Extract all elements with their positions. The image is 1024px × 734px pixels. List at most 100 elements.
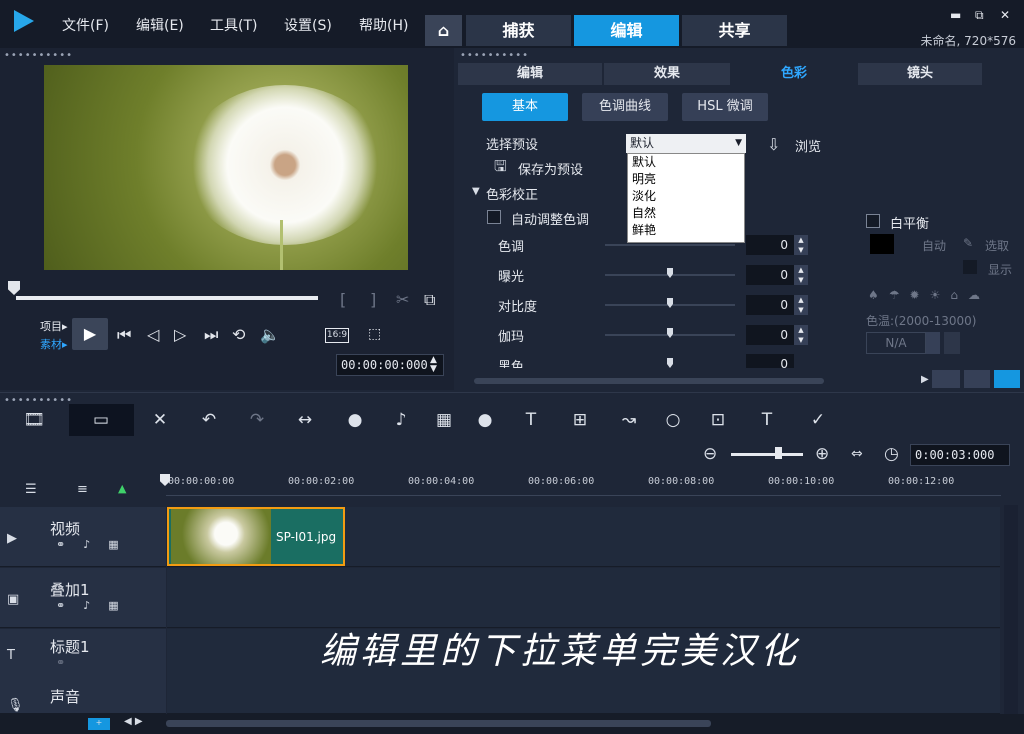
contrast-value[interactable]: 0: [746, 295, 794, 315]
timeline-vscroll[interactable]: [1004, 505, 1018, 715]
project-mode[interactable]: 项目▸: [40, 318, 68, 334]
gamma-value[interactable]: 0: [746, 325, 794, 345]
prev-frame-icon[interactable]: ◁: [147, 325, 159, 344]
timeline-hscroll[interactable]: [166, 720, 711, 727]
link-icon[interactable]: ⚭: [56, 656, 65, 669]
browse-icon[interactable]: ⇩: [767, 135, 780, 154]
play-button[interactable]: ▶: [72, 318, 108, 350]
preset-option[interactable]: 自然: [628, 205, 744, 222]
track-manager-icon[interactable]: ☰: [25, 482, 37, 497]
tracking-icon[interactable]: ⊡: [703, 410, 733, 430]
option-tab-lens[interactable]: 镜头: [858, 63, 982, 85]
save-icon[interactable]: 🖫: [494, 156, 507, 181]
color-temp-input[interactable]: N/A: [866, 332, 926, 354]
zoom-out-icon[interactable]: ⊖: [703, 444, 717, 464]
next-frame-icon[interactable]: ▷: [174, 325, 186, 344]
repeat-icon[interactable]: ⟲: [232, 325, 245, 344]
zoom-slider-knob[interactable]: [775, 447, 782, 459]
eyedropper-icon[interactable]: ✎: [963, 236, 973, 250]
track-header-video[interactable]: [0, 507, 166, 567]
home-tab[interactable]: ⌂: [425, 15, 462, 46]
go-start-icon[interactable]: ⏮: [117, 325, 131, 345]
3d-title-icon[interactable]: T: [752, 410, 782, 430]
close-button[interactable]: ✕: [1000, 8, 1010, 22]
exposure-spinner[interactable]: ▲ ▼: [794, 265, 808, 285]
track-controls[interactable]: ⚭♪▦: [56, 538, 137, 551]
track-row-overlay[interactable]: [167, 568, 1000, 628]
browse-button[interactable]: 浏览: [795, 136, 821, 155]
menu-tools[interactable]: 工具(T): [210, 15, 257, 35]
hue-value[interactable]: 0: [746, 235, 794, 255]
show-checkbox[interactable]: [963, 260, 977, 274]
gamma-spinner[interactable]: ▲ ▼: [794, 325, 808, 345]
subtab-basic[interactable]: 基本: [482, 93, 568, 121]
audio-wave-icon[interactable]: ♪: [386, 410, 416, 430]
preview-timecode[interactable]: 00:00:00:000: [336, 354, 444, 376]
preset-option[interactable]: 淡化: [628, 188, 744, 205]
auto-wb-label[interactable]: 自动: [922, 237, 946, 254]
subtab-hsl[interactable]: HSL 微调: [682, 93, 768, 121]
track-header-voice[interactable]: [0, 680, 166, 714]
color-temp-spinner[interactable]: [926, 332, 940, 354]
storyboard-icon[interactable]: ▦: [429, 410, 459, 430]
record-icon[interactable]: ●: [340, 410, 370, 430]
color-temp-dropdown[interactable]: [944, 332, 960, 354]
expand-right-icon[interactable]: ▶: [921, 374, 929, 385]
black-value[interactable]: 0: [746, 354, 794, 368]
option-tab-effects[interactable]: 效果: [604, 63, 730, 85]
contrast-spinner[interactable]: ▲ ▼: [794, 295, 808, 315]
checklist-icon[interactable]: ✓: [803, 410, 833, 430]
redo-icon[interactable]: ↷: [242, 410, 272, 430]
save-preset-button[interactable]: 保存为预设: [518, 159, 583, 178]
option-tab-edit[interactable]: 编辑: [458, 63, 602, 85]
minimize-button[interactable]: ▬: [950, 8, 961, 22]
tab-capture[interactable]: 捕获: [466, 15, 571, 46]
tools-icon[interactable]: ✕: [145, 410, 175, 430]
preset-option[interactable]: 鲜艳: [628, 222, 744, 239]
fit-icon[interactable]: ↔: [290, 410, 320, 430]
view-mode-button[interactable]: [994, 370, 1020, 388]
preset-option[interactable]: 默认: [628, 154, 744, 171]
fit-project-icon[interactable]: ⇔: [851, 446, 863, 462]
menu-edit[interactable]: 编辑(E): [136, 15, 184, 35]
grid-icon[interactable]: ⊞: [565, 410, 595, 430]
timeline-view-icon[interactable]: 🎞: [19, 410, 49, 430]
enlarge-preview-icon[interactable]: ⧉: [424, 290, 435, 310]
black-knob[interactable]: [667, 358, 673, 368]
track-row-voice[interactable]: [167, 680, 1000, 714]
scene-preset-icons[interactable]: ♠☂✹☀⌂☁: [868, 288, 990, 302]
crop-icon[interactable]: ⬚: [368, 326, 381, 342]
subtab-tone-curve[interactable]: 色调曲线: [582, 93, 668, 121]
split-clip-icon[interactable]: ✂: [396, 290, 409, 309]
mark-out-icon[interactable]: ]: [370, 290, 376, 309]
options-hscroll[interactable]: [474, 378, 824, 384]
track-controls[interactable]: ⚭♪▦: [56, 599, 137, 612]
project-duration[interactable]: 0:00:03:000: [910, 444, 1010, 466]
motion-icon[interactable]: ↝: [614, 410, 644, 430]
chapter-icon[interactable]: ▲: [118, 482, 126, 495]
option-tab-color[interactable]: 色彩: [732, 63, 856, 85]
preset-select[interactable]: 默认 ▼: [626, 134, 746, 153]
aspect-ratio-button[interactable]: 16:9: [325, 328, 349, 343]
add-track-icon[interactable]: ≡: [77, 482, 88, 497]
storyboard-view-icon[interactable]: ▭: [86, 410, 116, 430]
title-icon[interactable]: T: [516, 410, 546, 430]
undo-icon[interactable]: ↶: [194, 410, 224, 430]
auto-tone-checkbox[interactable]: [487, 210, 501, 224]
insert-button[interactable]: +: [88, 718, 110, 730]
hue-spinner[interactable]: ▲ ▼: [794, 235, 808, 255]
collapse-icon[interactable]: ▼: [472, 186, 480, 197]
zoom-slider[interactable]: [731, 453, 803, 456]
zoom-in-icon[interactable]: ⊕: [815, 444, 829, 464]
volume-icon[interactable]: 🔈: [260, 325, 280, 344]
menu-help[interactable]: 帮助(H): [359, 15, 408, 35]
tab-edit[interactable]: 编辑: [574, 15, 679, 46]
tab-share[interactable]: 共享: [682, 15, 787, 46]
go-end-icon[interactable]: ⏭: [204, 325, 218, 345]
white-balance-checkbox[interactable]: [866, 214, 880, 228]
timecode-spinner[interactable]: ▲ ▼: [430, 356, 437, 374]
scrubber-bar[interactable]: [16, 296, 318, 300]
preset-option[interactable]: 明亮: [628, 171, 744, 188]
menu-file[interactable]: 文件(F): [62, 15, 109, 35]
view-mode-button[interactable]: [964, 370, 990, 388]
